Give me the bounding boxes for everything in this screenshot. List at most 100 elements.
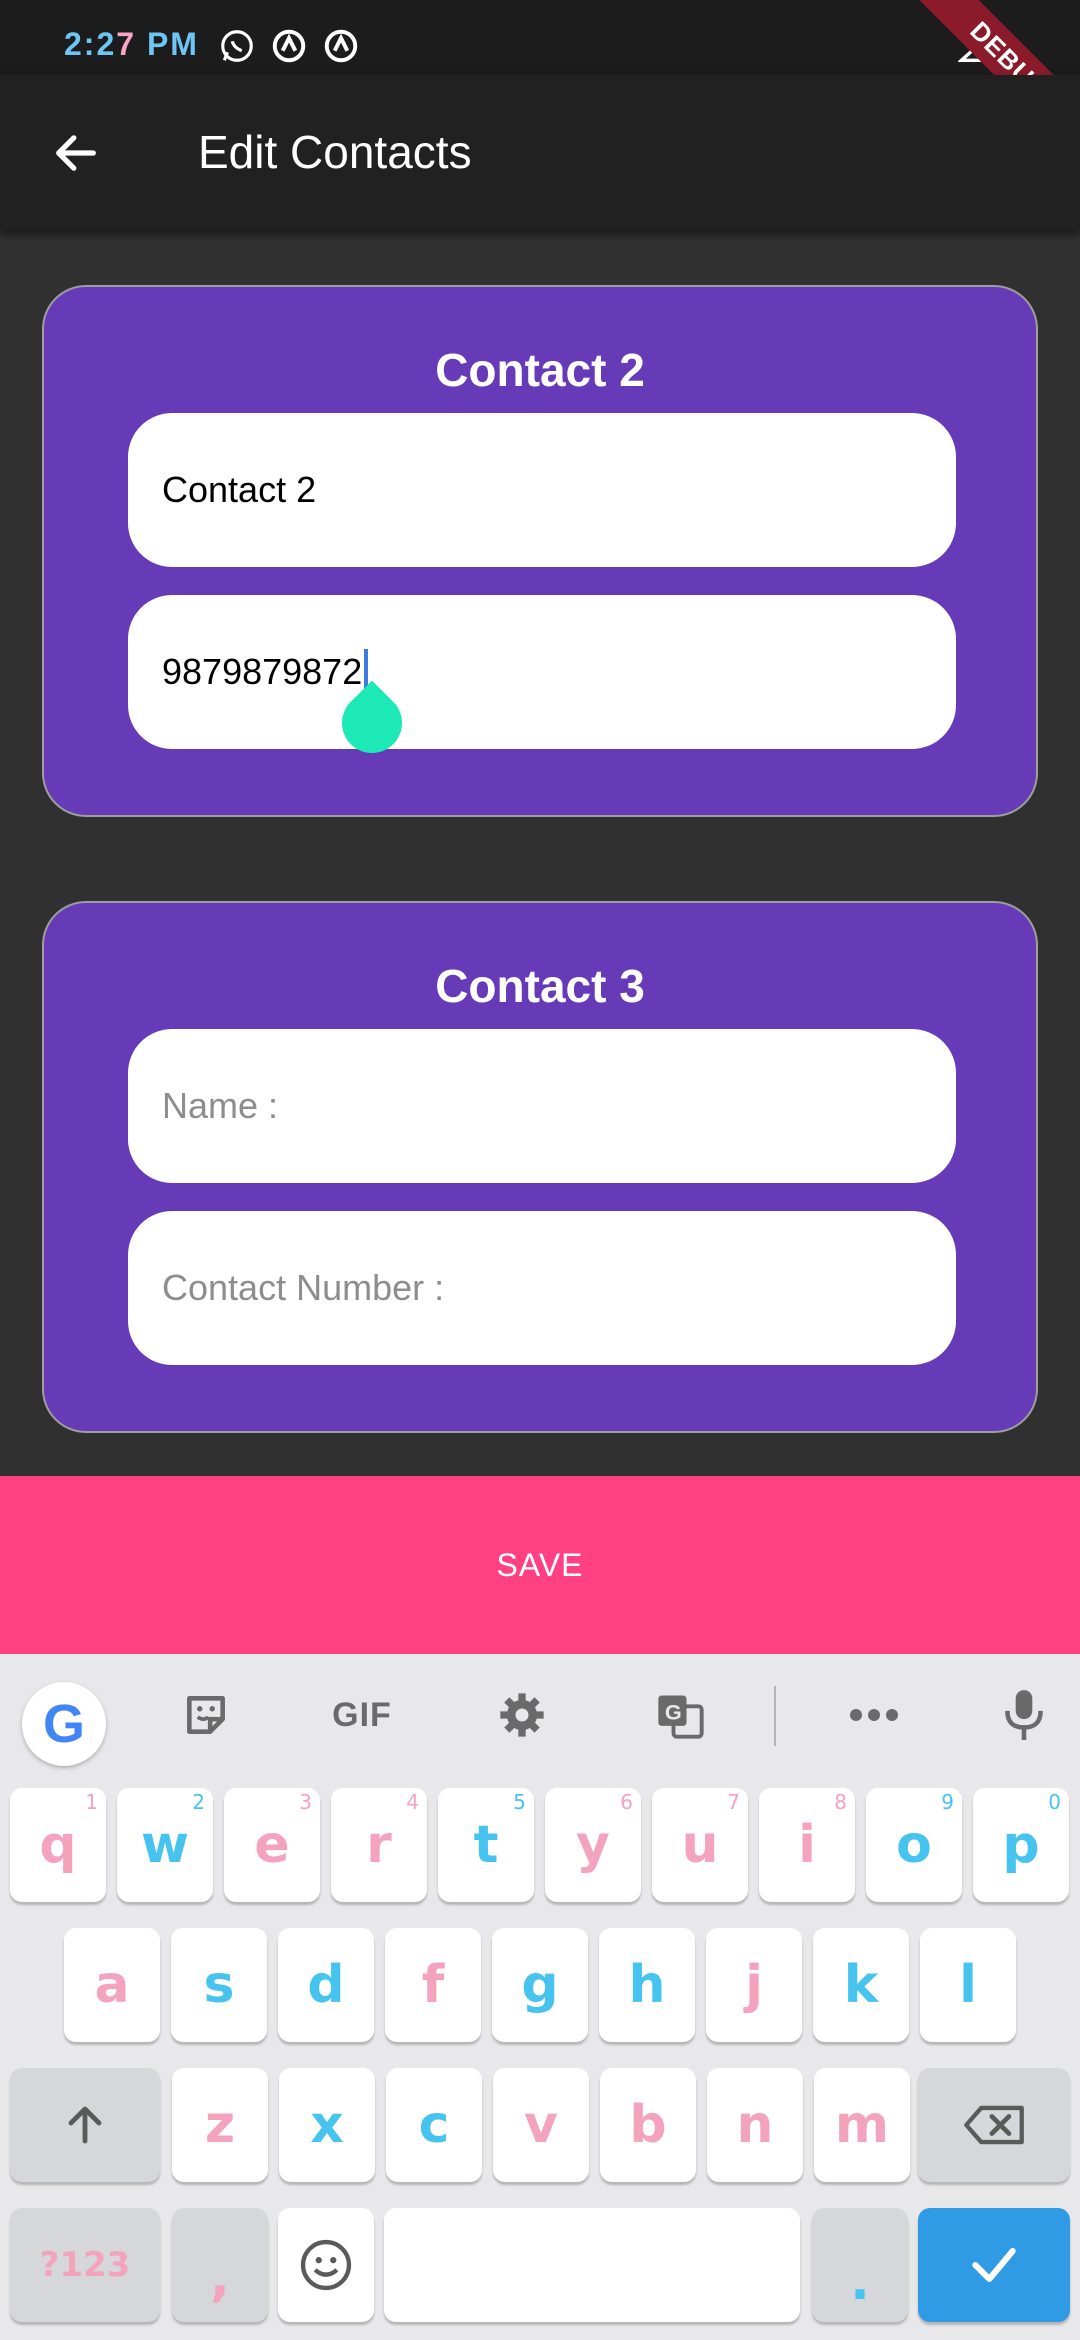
key-w[interactable]: w2 <box>117 1788 213 1902</box>
key-label: w <box>140 1815 190 1875</box>
symbols-key[interactable]: ?123 <box>10 2208 160 2322</box>
checkmark-icon <box>972 2247 1016 2283</box>
key-n[interactable]: n <box>707 2068 803 2182</box>
key-hint: 1 <box>85 1790 98 1814</box>
status-notification-icons <box>218 27 360 65</box>
key-hint: 6 <box>620 1790 633 1814</box>
sticker-button[interactable] <box>166 1680 246 1750</box>
status-time-ampm: PM <box>136 26 199 62</box>
key-q[interactable]: q1 <box>10 1788 106 1902</box>
key-label: q <box>39 1815 77 1875</box>
comma-key[interactable]: , <box>172 2208 268 2322</box>
key-d[interactable]: d <box>278 1928 374 2042</box>
contact-card-title: Contact 2 <box>435 344 645 396</box>
svg-text:G: G <box>665 1699 682 1724</box>
mic-icon <box>1005 1690 1043 1740</box>
status-time-minute: 7 <box>116 26 137 62</box>
key-r[interactable]: r4 <box>331 1788 427 1902</box>
key-label: f <box>421 1955 445 2015</box>
notification-icon <box>272 29 306 63</box>
key-label: x <box>310 2095 344 2155</box>
google-button[interactable]: G <box>22 1682 106 1766</box>
page-title: Edit Contacts <box>198 126 472 178</box>
key-b[interactable]: b <box>600 2068 696 2182</box>
key-label: a <box>94 1955 130 2015</box>
more-button[interactable] <box>834 1680 914 1750</box>
key-u[interactable]: u7 <box>652 1788 748 1902</box>
contact-name-field[interactable]: Name : <box>128 1029 956 1183</box>
key-label: j <box>745 1955 763 2015</box>
translate-button[interactable]: G <box>640 1680 720 1750</box>
key-label: k <box>843 1955 879 2015</box>
translate-icon: G <box>658 1695 704 1739</box>
key-t[interactable]: t5 <box>438 1788 534 1902</box>
key-label: z <box>204 2095 236 2155</box>
key-label: y <box>576 1815 610 1875</box>
key-m[interactable]: m <box>814 2068 910 2182</box>
back-button[interactable] <box>40 117 112 189</box>
key-hint: 0 <box>1048 1790 1061 1814</box>
contact-number-field[interactable]: Contact Number : <box>128 1211 956 1365</box>
key-c[interactable]: c <box>386 2068 482 2182</box>
key-i[interactable]: i8 <box>759 1788 855 1902</box>
emoji-key[interactable] <box>278 2208 374 2322</box>
gif-button[interactable]: GIF <box>322 1680 402 1750</box>
settings-button[interactable] <box>482 1680 562 1750</box>
key-a[interactable]: a <box>64 1928 160 2042</box>
more-icon <box>850 1709 898 1721</box>
key-g[interactable]: g <box>492 1928 588 2042</box>
contact-card: Contact 3 Name : Contact Number : <box>42 901 1038 1433</box>
key-z[interactable]: z <box>172 2068 268 2182</box>
key-hint: 7 <box>727 1790 740 1814</box>
key-e[interactable]: e3 <box>224 1788 320 1902</box>
contact-card-title: Contact 3 <box>435 960 645 1012</box>
period-key[interactable]: . <box>812 2208 908 2322</box>
key-v[interactable]: v <box>493 2068 589 2182</box>
key-y[interactable]: y6 <box>545 1788 641 1902</box>
notification-icon <box>324 29 358 63</box>
comma-label: , <box>210 2248 230 2308</box>
key-s[interactable]: s <box>171 1928 267 2042</box>
backspace-key[interactable] <box>918 2068 1070 2182</box>
status-time-hour: 2:2 <box>64 26 117 62</box>
key-f[interactable]: f <box>385 1928 481 2042</box>
key-l[interactable]: l <box>920 1928 1016 2042</box>
key-hint: 4 <box>406 1790 419 1814</box>
key-label: v <box>524 2095 558 2155</box>
key-k[interactable]: k <box>813 1928 909 2042</box>
key-hint: 8 <box>834 1790 847 1814</box>
mic-button[interactable] <box>984 1680 1064 1750</box>
backspace-icon <box>964 2105 1024 2145</box>
whatsapp-icon <box>221 30 253 62</box>
key-label: g <box>521 1955 559 2015</box>
done-key[interactable] <box>918 2208 1070 2322</box>
key-hint: 3 <box>299 1790 312 1814</box>
key-hint: 2 <box>192 1790 205 1814</box>
space-key[interactable] <box>384 2208 800 2322</box>
contact-number-value: 9879879872 <box>162 651 363 692</box>
key-p[interactable]: p0 <box>973 1788 1069 1902</box>
key-j[interactable]: j <box>706 1928 802 2042</box>
key-label: c <box>418 2095 450 2155</box>
symbols-label: ?123 <box>39 2245 131 2285</box>
key-label: o <box>896 1815 932 1875</box>
key-label: r <box>366 1815 392 1875</box>
shift-arrow-icon <box>68 2106 102 2144</box>
save-button[interactable]: SAVE <box>0 1476 1080 1654</box>
key-hint: 5 <box>513 1790 526 1814</box>
gif-icon: GIF <box>332 1695 392 1734</box>
key-x[interactable]: x <box>279 2068 375 2182</box>
key-h[interactable]: h <box>599 1928 695 2042</box>
keyboard-toolbar: G GIF G <box>0 1654 1080 1774</box>
key-label: s <box>203 1955 235 2015</box>
key-label: p <box>1002 1815 1040 1875</box>
key-label: m <box>834 2095 890 2155</box>
contact-number-field[interactable]: 9879879872 <box>128 595 956 749</box>
toolbar-divider <box>774 1686 776 1746</box>
key-o[interactable]: o9 <box>866 1788 962 1902</box>
contact-name-field[interactable]: Contact 2 <box>128 413 956 567</box>
key-label: e <box>254 1815 290 1875</box>
status-time: 2:27 PM <box>64 26 199 63</box>
key-label: d <box>307 1955 345 2015</box>
shift-key[interactable] <box>10 2068 160 2182</box>
